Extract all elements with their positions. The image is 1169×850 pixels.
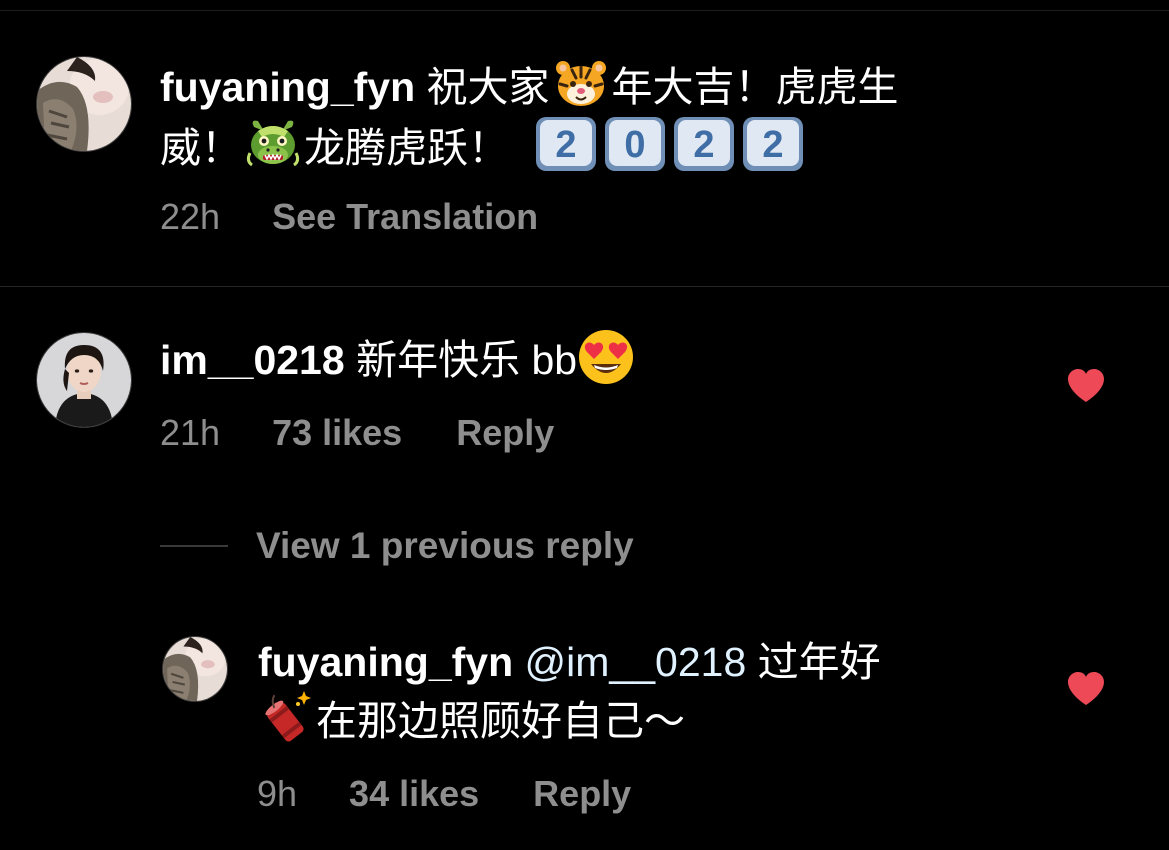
comment-1-meta: 22h See Translation — [160, 195, 538, 239]
comment-2-text: 新年快乐 bb — [344, 337, 578, 383]
comment-1-text-c: 威！ — [160, 125, 242, 171]
reply-text-b: 在那边照顾好自己～ — [316, 698, 685, 744]
comment-1-text-a: 祝大家 — [415, 64, 550, 110]
reply-text-line-2: 在那边照顾好自己～ — [258, 690, 685, 751]
see-translation-button[interactable]: See Translation — [272, 196, 538, 237]
avatar-fuyaning-fyn-reply[interactable] — [162, 636, 228, 702]
comment-2-username[interactable]: im__0218 — [160, 337, 345, 383]
dragon-face-emoji — [246, 117, 300, 171]
keycap-digit-icon: 2 — [742, 116, 804, 172]
avatar-fuyaning-fyn[interactable] — [36, 56, 132, 152]
reply-timestamp: 9h — [257, 773, 298, 814]
keycap-digit-icon: 2 — [673, 116, 735, 172]
reply-meta: 9h 34 likes Reply — [257, 772, 631, 816]
keycap-digit: 2 — [693, 124, 714, 166]
like-heart-icon[interactable] — [1067, 369, 1105, 403]
view-previous-replies-button[interactable]: View 1 previous reply — [160, 522, 634, 570]
reply-username[interactable]: fuyaning_fyn — [258, 639, 513, 685]
view-replies-line — [160, 545, 228, 547]
reply-mention-link[interactable]: @im__0218 — [525, 639, 747, 685]
comment-2-meta: 21h 73 likes Reply — [160, 411, 554, 455]
top-divider — [0, 10, 1169, 11]
comment-2-timestamp: 21h — [160, 412, 221, 453]
section-divider — [0, 286, 1169, 287]
like-heart-icon[interactable] — [1067, 672, 1105, 706]
comment-2-likes-count[interactable]: 73 likes — [272, 412, 402, 453]
comment-1-timestamp: 22h — [160, 196, 221, 237]
heart-eyes-emoji — [577, 328, 635, 386]
comment-1-text-line-1: fuyaning_fyn 祝大家 年大吉！虎虎生 — [160, 56, 899, 117]
view-replies-label: View 1 previous reply — [256, 525, 634, 566]
comment-1-username[interactable]: fuyaning_fyn — [160, 64, 415, 110]
reply-text-line-1: fuyaning_fyn @im__0218 过年好 — [258, 632, 881, 692]
comment-1-text-line-2: 威！ 龙腾虎跃！ 2 0 2 2 — [160, 116, 811, 178]
comment-2-reply-button[interactable]: Reply — [456, 412, 554, 453]
reply-text-a: 过年好 — [746, 639, 881, 685]
keycap-digit: 0 — [624, 124, 645, 166]
reply-likes-count[interactable]: 34 likes — [349, 773, 479, 814]
comment-1-text-d: 龙腾虎跃！ — [304, 125, 509, 171]
keycap-digit-icon: 0 — [604, 116, 666, 172]
comment-1-text-b: 年大吉！虎虎生 — [611, 64, 899, 110]
tiger-face-emoji — [554, 56, 608, 110]
keycap-digit: 2 — [762, 124, 783, 166]
keycap-digit: 2 — [555, 124, 576, 166]
avatar-im-0218[interactable] — [36, 332, 132, 428]
keycap-digit-icon: 2 — [535, 116, 597, 172]
reply-reply-button[interactable]: Reply — [533, 773, 631, 814]
comment-2-text-line: im__0218 新年快乐 bb — [160, 328, 635, 390]
firecracker-emoji — [258, 690, 312, 744]
